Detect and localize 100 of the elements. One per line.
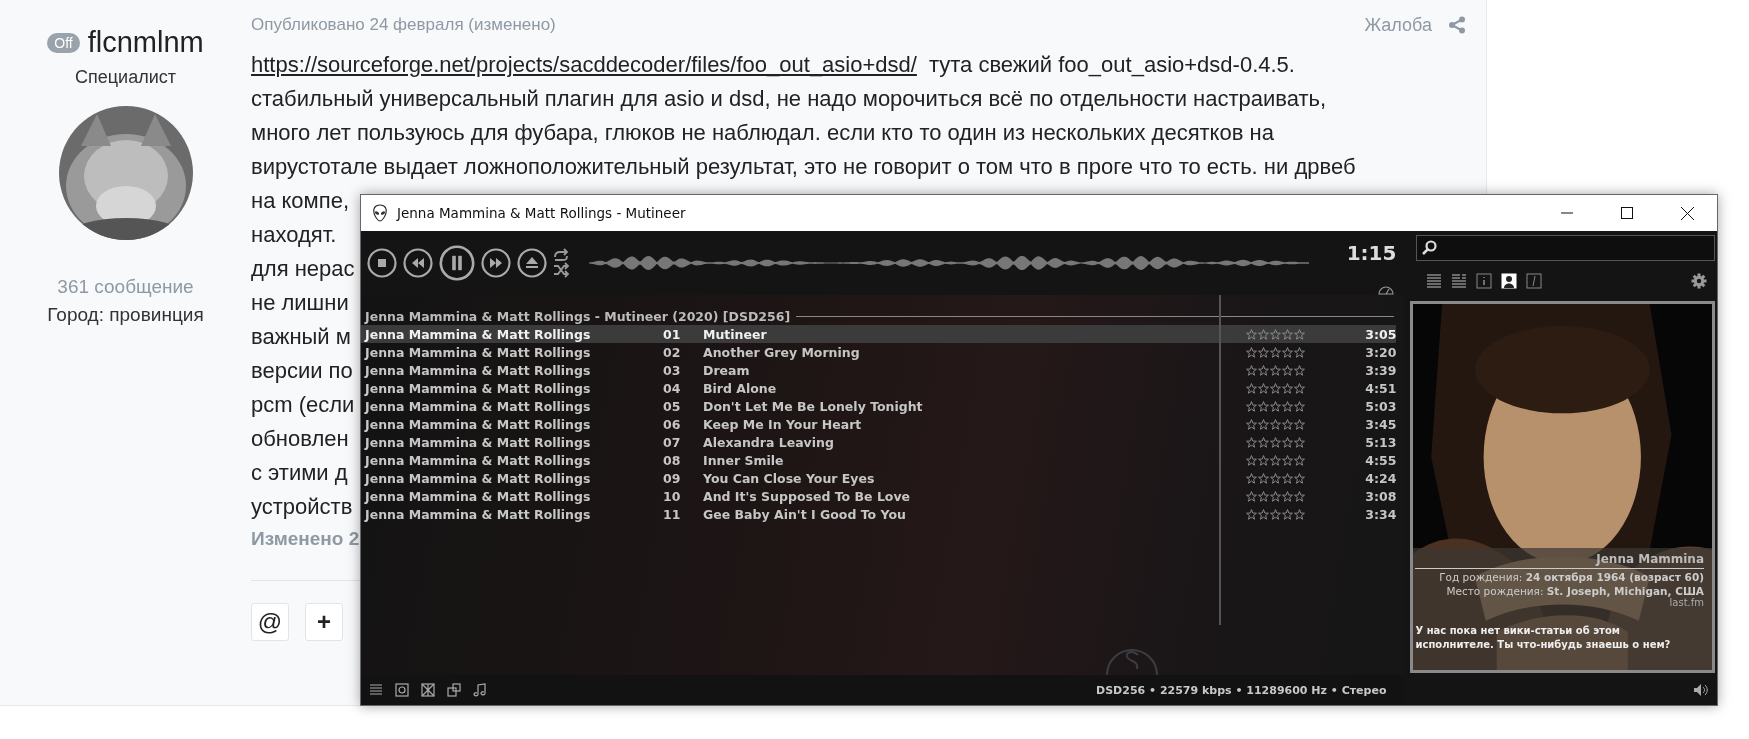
rating-stars[interactable]: [1246, 346, 1307, 358]
track-duration: 4:24: [1364, 470, 1397, 486]
rating-stars[interactable]: [1246, 436, 1307, 448]
user-rank: Специалист: [75, 67, 176, 88]
star-icon: [1294, 346, 1306, 358]
star-icon: [1282, 364, 1294, 376]
track-title: Don't Let Me Be Lonely Tonight: [703, 398, 924, 414]
rating-stars[interactable]: [1246, 418, 1307, 430]
track-number: 08: [663, 452, 682, 468]
track-duration: 4:55: [1364, 452, 1397, 468]
list-icon[interactable]: [369, 683, 383, 697]
track-row[interactable]: Jenna Mammina & Matt Rollings 10 And It's Supposed To Be Love 3:08: [361, 487, 1397, 505]
windows-icon[interactable]: [447, 683, 461, 697]
close-icon[interactable]: [1680, 206, 1694, 220]
star-icon: [1246, 418, 1258, 430]
track-duration: 3:05: [1364, 326, 1397, 342]
edited-note: Изменено 2: [251, 528, 361, 550]
mention-button[interactable]: @: [251, 603, 289, 641]
track-title: You Can Close Your Eyes: [703, 470, 876, 486]
track-row[interactable]: Jenna Mammina & Matt Rollings 07 Alexandra Leaving 5:13: [361, 433, 1397, 451]
track-duration: 3:08: [1364, 488, 1397, 504]
track-title: Gee Baby Ain't I Good To You: [703, 506, 907, 522]
star-icon: [1258, 382, 1270, 394]
music-note-icon[interactable]: [473, 683, 487, 697]
rating-stars[interactable]: [1246, 382, 1307, 394]
volume-icon[interactable]: [1693, 683, 1709, 697]
post-text: важный м: [251, 323, 351, 351]
track-row[interactable]: Jenna Mammina & Matt Rollings 11 Gee Baby Ain't I Good To You 3:34: [361, 505, 1397, 523]
post-text: обновлен: [251, 425, 349, 453]
grid-icon[interactable]: [421, 683, 435, 697]
post-text: не лишни: [251, 289, 349, 317]
track-row[interactable]: Jenna Mammina & Matt Rollings 05 Don't Let Me Be Lonely Tonight 5:03: [361, 397, 1397, 415]
search-icon: [1421, 240, 1438, 256]
star-icon: [1258, 328, 1270, 340]
track-row[interactable]: Jenna Mammina & Matt Rollings 08 Inner Smile 4:55: [361, 451, 1397, 469]
star-icon: [1270, 418, 1282, 430]
star-icon: [1246, 490, 1258, 502]
star-icon: [1246, 508, 1258, 520]
track-duration: 3:39: [1364, 362, 1397, 378]
repeat-shuffle-icon[interactable]: [553, 248, 569, 278]
track-number: 11: [663, 506, 682, 522]
track-artist: Jenna Mammina & Matt Rollings: [365, 362, 592, 378]
fast-forward-icon[interactable]: [481, 248, 511, 278]
star-icon: [1294, 508, 1306, 520]
track-duration: 3:45: [1364, 416, 1397, 432]
add-button[interactable]: +: [305, 603, 343, 641]
lyrics-icon[interactable]: [1526, 273, 1543, 289]
gauge-icon[interactable]: [1378, 285, 1395, 295]
track-row[interactable]: Jenna Mammina & Matt Rollings 09 You Can Close Your Eyes 4:24: [361, 469, 1397, 487]
track-number: 03: [663, 362, 682, 378]
track-number: 02: [663, 344, 682, 360]
search-field[interactable]: [1416, 235, 1715, 261]
settings-icon[interactable]: [1691, 273, 1707, 289]
list-view-icon[interactable]: [1426, 273, 1443, 289]
rating-stars[interactable]: [1246, 364, 1307, 376]
eject-icon[interactable]: [517, 248, 547, 278]
track-duration: 3:20: [1364, 344, 1397, 360]
star-icon: [1246, 346, 1258, 358]
info-icon[interactable]: [1476, 273, 1493, 289]
maximize-icon[interactable]: [1621, 207, 1633, 219]
rating-stars[interactable]: [1246, 328, 1307, 340]
track-artist: Jenna Mammina & Matt Rollings: [365, 506, 592, 522]
track-row[interactable]: Jenna Mammina & Matt Rollings 01 Mutineer 3:05: [361, 325, 1397, 343]
post-count: 361 сообщение: [57, 276, 194, 298]
rating-stars[interactable]: [1246, 508, 1307, 520]
share-icon[interactable]: [1448, 16, 1466, 34]
star-icon: [1270, 328, 1282, 340]
rating-stars[interactable]: [1246, 400, 1307, 412]
columns-view-icon[interactable]: [1451, 273, 1468, 289]
track-number: 05: [663, 398, 682, 414]
disc-icon[interactable]: [395, 683, 409, 697]
rewind-icon[interactable]: [403, 248, 433, 278]
artist-icon[interactable]: [1501, 273, 1518, 289]
star-icon: [1294, 454, 1306, 466]
star-icon: [1282, 490, 1294, 502]
star-icon: [1246, 364, 1258, 376]
track-row[interactable]: Jenna Mammina & Matt Rollings 03 Dream 3:39: [361, 361, 1397, 379]
track-row[interactable]: Jenna Mammina & Matt Rollings 04 Bird Alone 4:51: [361, 379, 1397, 397]
stop-icon[interactable]: [367, 248, 397, 278]
rating-stars[interactable]: [1246, 454, 1307, 466]
download-link[interactable]: https://sourceforge.net/projects/sacddecoder/files/foo_out_asio+dsd/: [251, 52, 917, 77]
star-icon: [1282, 382, 1294, 394]
star-icon: [1294, 472, 1306, 484]
pause-icon[interactable]: [439, 245, 475, 281]
user-name[interactable]: flcnmlnm: [87, 26, 204, 59]
star-icon: [1282, 328, 1294, 340]
star-icon: [1258, 346, 1270, 358]
star-icon: [1270, 454, 1282, 466]
post-text: стабильный универсальный плагин для asio и dsd, не надо морочиться всё по отдельности настраивать,: [251, 85, 1327, 113]
rating-stars[interactable]: [1246, 472, 1307, 484]
post-text: с этими д: [251, 459, 348, 487]
track-duration: 5:03: [1364, 398, 1397, 414]
star-icon: [1270, 472, 1282, 484]
track-number: 07: [663, 434, 682, 450]
track-row[interactable]: Jenna Mammina & Matt Rollings 02 Another Grey Morning 3:20: [361, 343, 1397, 361]
star-icon: [1246, 328, 1258, 340]
window-title: Jenna Mammina & Matt Rollings - Mutineer: [397, 205, 687, 221]
rating-stars[interactable]: [1246, 490, 1307, 502]
post-text: устройств: [251, 493, 353, 521]
track-row[interactable]: Jenna Mammina & Matt Rollings 06 Keep Me In Your Heart 3:45: [361, 415, 1397, 433]
